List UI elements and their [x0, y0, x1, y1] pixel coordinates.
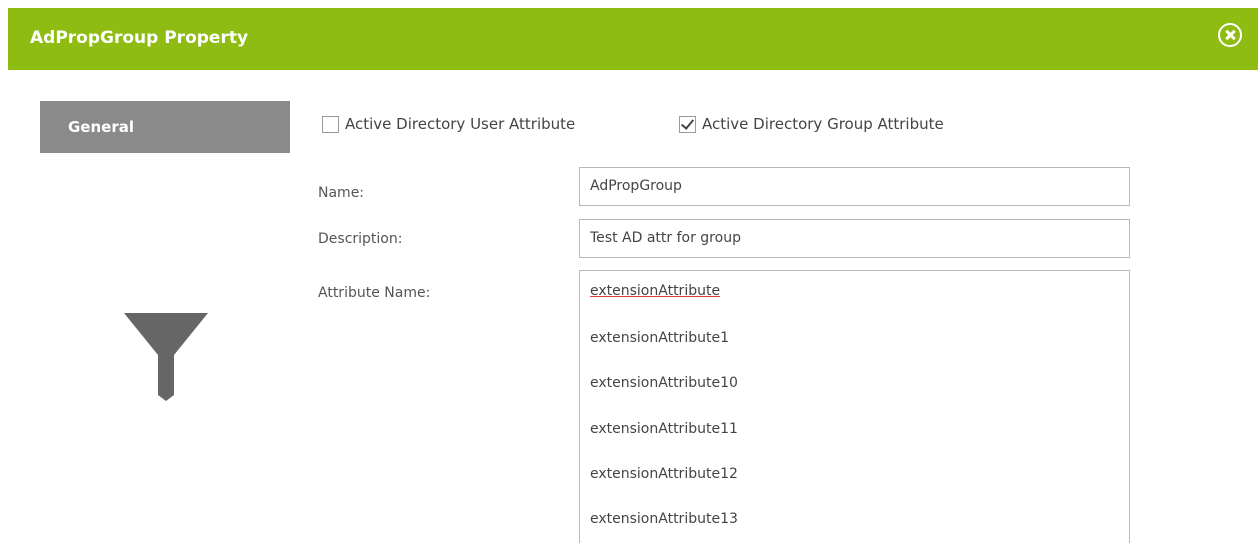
dropdown-option[interactable]: extensionAttribute10: [590, 360, 1120, 406]
filter-icon: [124, 313, 208, 401]
dialog-titlebar: AdPropGroup Property: [8, 8, 1258, 70]
dropdown-option[interactable]: extensionAttribute12: [590, 451, 1120, 497]
close-icon[interactable]: [1218, 23, 1242, 47]
attribute-name-value: extensionAttribute: [590, 283, 721, 299]
dropdown-option[interactable]: extensionAttribute1: [590, 315, 1120, 361]
name-field[interactable]: AdPropGroup: [579, 167, 1130, 206]
tab-general-label: General: [68, 118, 134, 136]
dialog-title: AdPropGroup Property: [30, 28, 249, 48]
name-label: Name:: [318, 185, 365, 201]
dropdown-option[interactable]: extensionAttribute11: [590, 406, 1120, 452]
user-attribute-checkbox[interactable]: [322, 115, 339, 133]
group-attribute-option[interactable]: Active Directory Group Attribute: [679, 112, 944, 136]
description-label: Description:: [318, 231, 403, 247]
attribute-name-field[interactable]: extensionAttribute: [579, 270, 1130, 312]
tab-general[interactable]: General: [40, 101, 290, 153]
attribute-name-label: Attribute Name:: [318, 285, 431, 301]
attribute-name-dropdown[interactable]: extensionAttribute1 extensionAttribute10…: [579, 311, 1130, 543]
user-attribute-label: Active Directory User Attribute: [345, 115, 576, 133]
description-field[interactable]: Test AD attr for group: [579, 219, 1130, 258]
dropdown-option[interactable]: extensionAttribute13: [590, 496, 1120, 542]
group-attribute-label: Active Directory Group Attribute: [702, 115, 944, 133]
group-attribute-checkbox[interactable]: [679, 115, 696, 133]
user-attribute-option[interactable]: Active Directory User Attribute: [322, 112, 575, 136]
